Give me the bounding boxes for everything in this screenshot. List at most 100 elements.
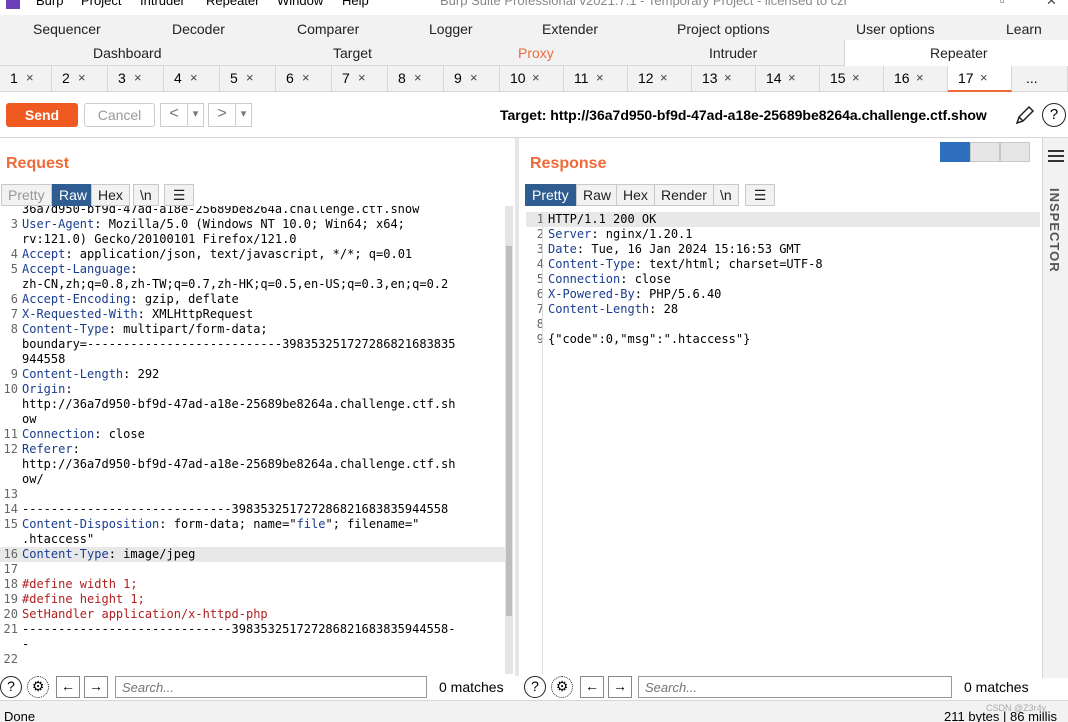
response-tab-pretty[interactable]: Pretty [525, 184, 576, 206]
tab-sequencer[interactable]: Sequencer [33, 21, 101, 37]
close-window-icon[interactable]: ✕ [1046, 0, 1057, 9]
response-tab-render[interactable]: Render [654, 184, 714, 206]
tab-dashboard[interactable]: Dashboard [93, 45, 162, 61]
line-text: Origin: [22, 382, 73, 396]
minimize-icon[interactable]: ▫ [1000, 0, 1005, 8]
tab-target[interactable]: Target [333, 45, 372, 61]
response-tab-newline[interactable]: \n [713, 184, 739, 206]
repeater-tab-4[interactable]: 4 × [164, 66, 220, 92]
inspector-label[interactable]: INSPECTOR [1047, 188, 1062, 273]
code-line: 6 X-Powered-By: PHP/5.6.40 [526, 287, 1040, 302]
back-button[interactable]: < [160, 103, 188, 127]
repeater-tab-12[interactable]: 12 × [628, 66, 692, 92]
repeater-tab-15[interactable]: 15 × [820, 66, 884, 92]
repeater-tab-6[interactable]: 6 × [276, 66, 332, 92]
menu-burp[interactable]: Burp [36, 0, 63, 8]
repeater-tab-11[interactable]: 11 × [564, 66, 628, 92]
repeater-tab-9[interactable]: 9 × [444, 66, 500, 92]
close-tab-icon[interactable]: × [788, 70, 796, 85]
repeater-tab-16[interactable]: 16 × [884, 66, 948, 92]
tab-user-options[interactable]: User options [856, 21, 935, 37]
repeater-tab-17[interactable]: 17 × [948, 66, 1012, 92]
repeater-tab-5[interactable]: 5 × [220, 66, 276, 92]
edit-target-pencil-icon[interactable] [1014, 104, 1036, 126]
close-tab-icon[interactable]: × [916, 70, 924, 85]
layout-tabs-icon[interactable] [1000, 142, 1030, 162]
response-search-settings-gear-icon[interactable]: ⚙ [551, 676, 573, 698]
response-search-next-icon[interactable]: → [608, 676, 632, 698]
request-tab-pretty[interactable]: Pretty [1, 184, 52, 206]
panel-splitter[interactable] [515, 138, 519, 676]
repeater-tab-14[interactable]: 14 × [756, 66, 820, 92]
close-tab-icon[interactable]: × [532, 70, 540, 85]
request-scrollbar-thumb[interactable] [506, 246, 512, 616]
close-tab-icon[interactable]: × [26, 70, 34, 85]
tab-extender[interactable]: Extender [542, 21, 598, 37]
repeater-tab-8[interactable]: 8 × [388, 66, 444, 92]
tab-repeater[interactable]: Repeater [930, 45, 988, 61]
send-button[interactable]: Send [6, 103, 78, 127]
menu-project[interactable]: Project [81, 0, 121, 8]
menu-repeater[interactable]: Repeater [206, 0, 259, 8]
request-search-next-icon[interactable]: → [84, 676, 108, 698]
layout-toggle [940, 142, 1030, 162]
request-search-settings-gear-icon[interactable]: ⚙ [27, 676, 49, 698]
close-tab-icon[interactable]: × [980, 70, 988, 85]
cancel-button[interactable]: Cancel [84, 103, 155, 127]
request-tab-hex[interactable]: Hex [91, 184, 130, 206]
close-tab-icon[interactable]: × [660, 70, 668, 85]
request-tab-newline[interactable]: \n [133, 184, 159, 206]
tab-learn[interactable]: Learn [1006, 21, 1042, 37]
repeater-tab-more[interactable]: ... [1012, 66, 1068, 92]
response-tab-raw[interactable]: Raw [576, 184, 619, 206]
menu-intruder[interactable]: Intruder [140, 0, 185, 8]
forward-button[interactable]: > [208, 103, 236, 127]
tab-logger[interactable]: Logger [429, 21, 473, 37]
repeater-tab-13[interactable]: 13 × [692, 66, 756, 92]
response-search-input[interactable] [638, 676, 952, 698]
close-tab-icon[interactable]: × [852, 70, 860, 85]
response-options-menu-icon[interactable]: ☰ [745, 184, 775, 206]
tab-decoder[interactable]: Decoder [172, 21, 225, 37]
close-tab-icon[interactable]: × [302, 70, 310, 85]
response-search-prev-icon[interactable]: ← [580, 676, 604, 698]
repeater-tab-2[interactable]: 2 × [52, 66, 108, 92]
inspector-lines-icon[interactable] [1048, 150, 1064, 165]
tab-project-options[interactable]: Project options [677, 21, 770, 37]
request-options-menu-icon[interactable]: ☰ [164, 184, 194, 206]
response-editor[interactable]: 1 HTTP/1.1 200 OK 2 Server: nginx/1.20.1 3 Da… [526, 212, 1040, 674]
close-tab-icon[interactable]: × [134, 70, 142, 85]
response-tab-hex[interactable]: Hex [616, 184, 655, 206]
line-number: 15 [3, 517, 18, 531]
close-tab-icon[interactable]: × [358, 70, 366, 85]
request-search-input[interactable] [115, 676, 427, 698]
request-editor[interactable]: 36a7d950-bf9d-47ad-a18e-25689be8264a.cha… [0, 206, 505, 674]
layout-top-bottom-icon[interactable] [970, 142, 1000, 162]
close-tab-icon[interactable]: × [246, 70, 254, 85]
request-search-prev-icon[interactable]: ← [56, 676, 80, 698]
close-tab-icon[interactable]: × [470, 70, 478, 85]
tab-comparer[interactable]: Comparer [297, 21, 359, 37]
close-tab-icon[interactable]: × [724, 70, 732, 85]
close-tab-icon[interactable]: × [190, 70, 198, 85]
tab-intruder[interactable]: Intruder [709, 45, 757, 61]
forward-history-dropdown[interactable]: ▾ [235, 103, 252, 127]
request-search-help-icon[interactable]: ? [0, 676, 22, 698]
close-tab-icon[interactable]: × [596, 70, 604, 85]
repeater-tab-3[interactable]: 3 × [108, 66, 164, 92]
response-search-help-icon[interactable]: ? [524, 676, 546, 698]
repeater-tab-10[interactable]: 10 × [500, 66, 564, 92]
close-tab-icon[interactable]: × [414, 70, 422, 85]
menu-help[interactable]: Help [342, 0, 369, 8]
back-history-dropdown[interactable]: ▾ [187, 103, 204, 127]
close-tab-icon[interactable]: × [78, 70, 86, 85]
layout-side-by-side-icon[interactable] [940, 142, 970, 162]
request-tab-raw[interactable]: Raw [52, 184, 95, 206]
repeater-tab-7[interactable]: 7 × [332, 66, 388, 92]
inspector-sidebar[interactable]: INSPECTOR [1042, 138, 1068, 678]
repeater-tab-1[interactable]: 1 × [0, 66, 52, 92]
tab-proxy[interactable]: Proxy [518, 45, 554, 61]
help-icon[interactable]: ? [1042, 103, 1066, 127]
request-scrollbar[interactable] [505, 206, 513, 674]
menu-window[interactable]: Window [277, 0, 323, 8]
